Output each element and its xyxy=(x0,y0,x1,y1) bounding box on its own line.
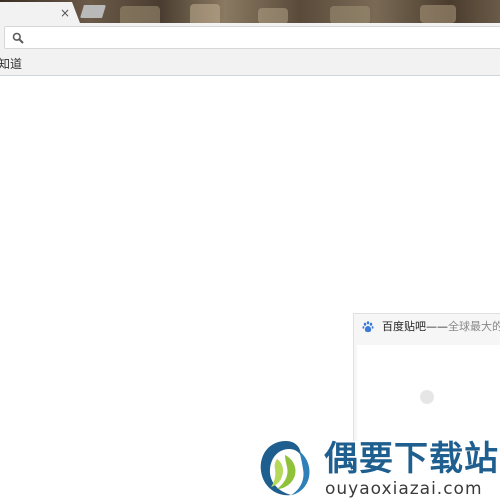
baidu-paw-icon xyxy=(362,321,374,333)
download-site-logo-icon xyxy=(260,441,310,496)
tabstrip-background-decoration xyxy=(190,4,220,23)
search-icon xyxy=(12,32,24,44)
watermark-domain: ouyaoxiazai.com xyxy=(325,479,483,499)
tabstrip-background-decoration xyxy=(330,6,370,23)
close-tab-icon[interactable]: × xyxy=(60,7,70,19)
bookmarks-bar: 知道 xyxy=(0,52,500,76)
tab-preview-header: 百度贴吧——全球最大的 xyxy=(354,314,500,341)
tabstrip-background-decoration xyxy=(258,8,288,23)
address-input[interactable] xyxy=(31,30,491,46)
tab-strip: × xyxy=(0,0,500,23)
tab-preview-card[interactable]: 百度贴吧——全球最大的 xyxy=(353,313,500,442)
loading-spinner-icon xyxy=(420,390,434,404)
tab-preview-title: 百度贴吧——全球最大的 xyxy=(382,320,500,334)
watermark-brand-name: 偶要下载站 xyxy=(324,439,499,479)
address-bar[interactable] xyxy=(4,26,500,49)
tabstrip-background-decoration xyxy=(120,6,160,23)
tab-preview-thumbnail xyxy=(357,345,500,442)
tab-preview-title-rest: 全球最大的 xyxy=(448,320,500,333)
tab-preview-title-main: 百度贴吧—— xyxy=(382,320,448,333)
site-watermark: 偶要下载站 ouyaoxiazai.com xyxy=(255,437,500,500)
new-tab-button[interactable] xyxy=(80,5,106,18)
tabstrip-background-decoration xyxy=(420,5,456,23)
toolbar xyxy=(0,23,500,52)
active-tab[interactable]: × xyxy=(0,2,80,23)
bookmark-item[interactable]: 知道 xyxy=(0,56,22,72)
